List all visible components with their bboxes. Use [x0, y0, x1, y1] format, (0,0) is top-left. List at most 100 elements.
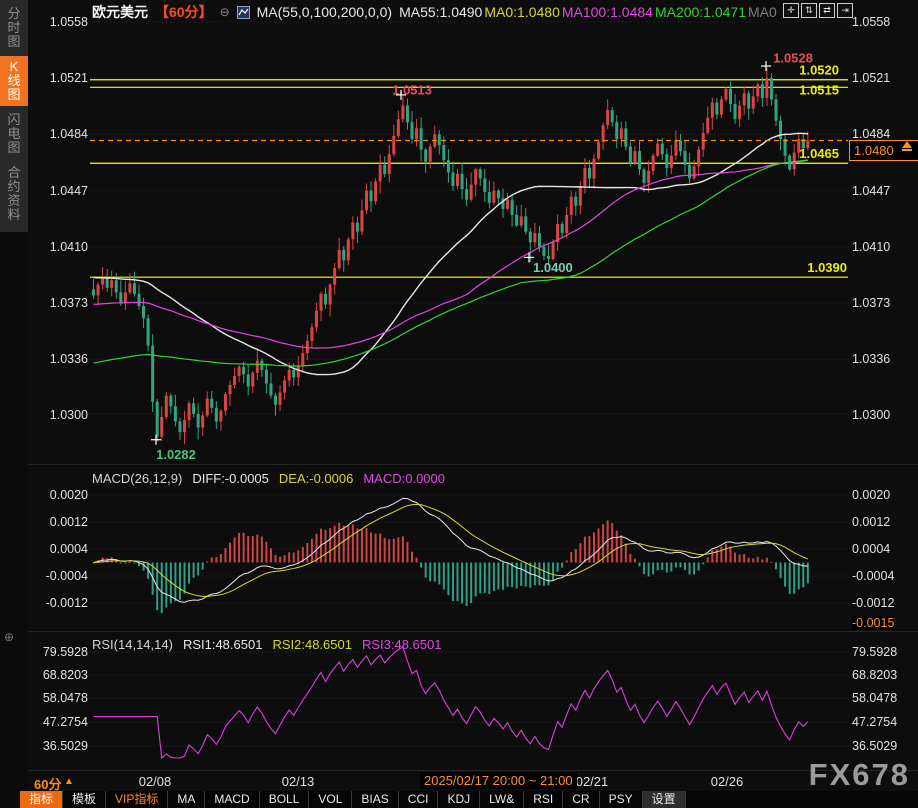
rsi1-value: RSI1:48.6501	[183, 637, 263, 652]
rsi-axis-left-36.5029: 36.5029	[30, 739, 88, 753]
price-up-arrow-icon	[901, 141, 913, 151]
toolbar-item-VOL[interactable]: VOL	[309, 791, 352, 808]
panel-divider	[28, 770, 918, 771]
rsi-params: RSI(14,14,14)	[92, 637, 173, 652]
price-axis-right-1.0336: 1.0336	[852, 352, 910, 366]
date-label-02/13: 02/13	[275, 774, 321, 789]
svg-text:1.0515: 1.0515	[799, 82, 839, 97]
price-axis-left-1.0410: 1.0410	[30, 240, 88, 254]
scale-horizontal-icon[interactable]: ⇄	[819, 3, 835, 18]
rsi-axis-left-68.8203: 68.8203	[30, 668, 88, 682]
toolbar-item-KDJ[interactable]: KDJ	[438, 791, 480, 808]
panel-divider	[28, 631, 918, 632]
rsi-axis-left-79.5928: 79.5928	[30, 645, 88, 659]
macd-dea-value: DEA:-0.0006	[279, 471, 353, 486]
sidebar-tab-闪电图[interactable]: 闪电图	[0, 109, 28, 159]
macd-axis-right-0.0004: 0.0004	[852, 542, 910, 556]
macd-chart[interactable]	[90, 468, 848, 630]
macd-current-value: -0.0015	[852, 616, 894, 630]
sidebar-tab-K线图[interactable]: K线图	[0, 56, 28, 106]
panel-divider	[28, 464, 918, 465]
price-axis-right-1.0484: 1.0484	[852, 127, 910, 141]
svg-text:1.0282: 1.0282	[156, 447, 196, 462]
price-axis-left-1.0484: 1.0484	[30, 127, 88, 141]
macd-axis-right-0.0020: 0.0020	[852, 488, 910, 502]
price-axis-left-1.0373: 1.0373	[30, 296, 88, 310]
price-axis-left-1.0558: 1.0558	[30, 15, 88, 29]
indicator-icon[interactable]	[237, 6, 250, 19]
macd-axis-left--0.0004: -0.0004	[30, 569, 88, 583]
toolbar-item-BOLL[interactable]: BOLL	[260, 791, 310, 808]
macd-diff-value: DIFF:-0.0005	[192, 471, 269, 486]
sidebar-tab-合约资料[interactable]: 合约资料	[0, 162, 28, 226]
indicator-toolbar: 指标模板VIP指标MAMACDBOLLVOLBIASCCIKDJLW&RSICR…	[20, 791, 918, 808]
rsi-axis-right-68.8203: 68.8203	[852, 668, 910, 682]
macd-axis-right--0.0004: -0.0004	[852, 569, 910, 583]
macd-params: MACD(26,12,9)	[92, 471, 182, 486]
rsi-axis-right-79.5928: 79.5928	[852, 645, 910, 659]
rsi-chart[interactable]	[90, 645, 848, 770]
toolbar-item-VIP指标[interactable]: VIP指标	[106, 791, 168, 808]
rsi-header: RSI(14,14,14) RSI1:48.6501 RSI2:48.6501 …	[92, 637, 441, 652]
crosshair-icon[interactable]: ✛	[783, 3, 799, 18]
sidebar-tab-list: 分时图 K线图闪电图合约资料	[0, 0, 28, 232]
panel-link-icon[interactable]: ⊕	[4, 630, 14, 644]
rsi-axis-right-47.2754: 47.2754	[852, 715, 910, 729]
scale-vertical-icon[interactable]: ⇅	[801, 3, 817, 18]
price-axis-right-1.0521: 1.0521	[852, 71, 910, 85]
price-axis-left-1.0336: 1.0336	[30, 352, 88, 366]
rsi-axis-right-36.5029: 36.5029	[852, 739, 910, 753]
toolbar-item-设置[interactable]: 设置	[643, 791, 686, 808]
macd-axis-left-0.0012: 0.0012	[30, 515, 88, 529]
chart-header: 欧元美元 【60分】 ⊖ MA(55,0,100,200,0,0) MA55:1…	[92, 3, 779, 21]
macd-header: MACD(26,12,9) DIFF:-0.0005 DEA:-0.0006 M…	[92, 471, 445, 486]
crosshair-time-tooltip: 2025/02/17 20:00 ~ 21:00	[420, 772, 577, 789]
trading-app: 分时图 K线图闪电图合约资料 欧元美元 【60分】 ⊖ MA(55,0,100,2…	[0, 0, 918, 808]
svg-text:1.0390: 1.0390	[807, 260, 847, 275]
collapse-icon[interactable]: ⊖	[220, 5, 230, 19]
toolbar-item-LW&[interactable]: LW&	[480, 791, 524, 808]
svg-text:1.0400: 1.0400	[533, 260, 573, 275]
ma-value-3: MA200:1.0471	[655, 4, 746, 20]
candlestick-chart[interactable]: 1.05131.05281.05201.05151.04651.03901.04…	[90, 8, 848, 463]
ma-value-0: MA55:1.0490	[399, 4, 482, 20]
price-axis-right-1.0373: 1.0373	[852, 296, 910, 310]
toolbar-item-指标[interactable]: 指标	[20, 791, 63, 808]
price-axis-left-1.0447: 1.0447	[30, 184, 88, 198]
ma-value-2: MA100:1.0484	[562, 4, 653, 20]
toolbar-item-MA[interactable]: MA	[168, 791, 205, 808]
svg-text:1.0520: 1.0520	[799, 63, 839, 78]
macd-axis-left--0.0012: -0.0012	[30, 596, 88, 610]
chart-window-controls: ✛⇅⇄⇥	[783, 3, 853, 18]
price-axis-right-1.0410: 1.0410	[852, 240, 910, 254]
rsi3-value: RSI3:48.6501	[362, 637, 442, 652]
price-axis-left-1.0521: 1.0521	[30, 71, 88, 85]
sidebar-tab-分时图[interactable]: 分时图	[0, 3, 28, 53]
ma-value-1: MA0:1.0480	[484, 4, 560, 20]
price-axis-right-1.0558: 1.0558	[852, 15, 910, 29]
date-label-02/26: 02/26	[704, 774, 750, 789]
sidebar: 分时图 K线图闪电图合约资料	[0, 0, 28, 808]
toolbar-item-BIAS[interactable]: BIAS	[352, 791, 398, 808]
svg-text:1.0465: 1.0465	[799, 146, 839, 161]
pan-right-icon[interactable]: ⇥	[837, 3, 853, 18]
toolbar-item-PSY[interactable]: PSY	[600, 791, 643, 808]
toolbar-item-RSI[interactable]: RSI	[524, 791, 563, 808]
rsi2-value: RSI2:48.6501	[272, 637, 352, 652]
toolbar-item-MACD[interactable]: MACD	[205, 791, 259, 808]
rsi-axis-left-47.2754: 47.2754	[30, 715, 88, 729]
macd-axis-left-0.0004: 0.0004	[30, 542, 88, 556]
rsi-axis-right-58.0478: 58.0478	[852, 691, 910, 705]
macd-macd-value: MACD:0.0000	[363, 471, 445, 486]
current-price-value: 1.0480	[854, 143, 894, 158]
timeframe-up-icon[interactable]: ▲	[64, 776, 74, 787]
symbol-name: 欧元美元	[92, 2, 148, 22]
macd-axis-right--0.0012: -0.0012	[852, 596, 910, 610]
ma-values: MA55:1.0490MA0:1.0480MA100:1.0484MA200:1…	[399, 4, 779, 20]
date-label-02/08: 02/08	[132, 774, 178, 789]
toolbar-item-模板[interactable]: 模板	[63, 791, 106, 808]
price-axis-left-1.0300: 1.0300	[30, 408, 88, 422]
price-axis-right-1.0447: 1.0447	[852, 184, 910, 198]
toolbar-item-CCI[interactable]: CCI	[399, 791, 439, 808]
toolbar-item-CR[interactable]: CR	[563, 791, 599, 808]
